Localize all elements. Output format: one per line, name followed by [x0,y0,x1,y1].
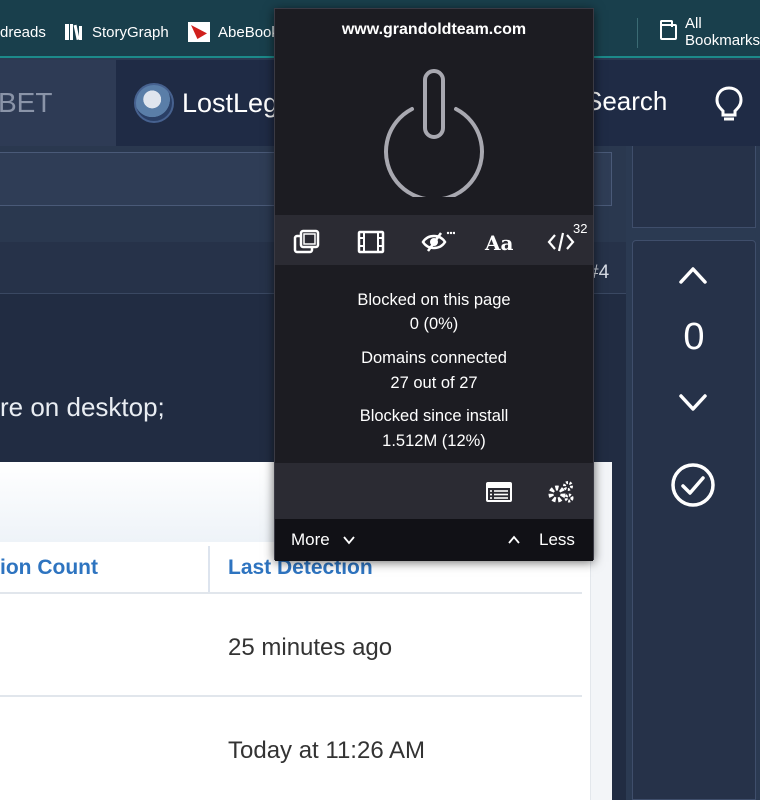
logger-icon[interactable] [485,479,513,505]
user-name: LostLeg [182,87,279,118]
lightbulb-icon[interactable] [712,84,746,124]
user-menu[interactable]: LostLeg [134,78,278,128]
column-divider [208,546,210,592]
bookmark-abebooks[interactable]: AbeBooks [188,20,286,44]
no-remote-fonts-icon[interactable]: Aa [485,231,513,257]
less-button[interactable]: Less [507,530,575,550]
popup-toolbar: Aa [275,215,593,265]
folder-icon [660,20,678,40]
more-button[interactable]: More [291,530,356,550]
stat-value: 27 out of 27 [390,374,478,392]
downvote-chevron-icon[interactable] [678,392,708,414]
nav-search-link[interactable]: Search [585,86,667,117]
no-scripting-icon[interactable] [547,229,575,255]
upvote-chevron-icon[interactable] [678,264,708,286]
vote-count: 0 [683,316,705,358]
abebooks-logo-icon [188,22,210,42]
nav-item-bet[interactable]: BET [0,60,116,146]
stat-label: Domains connected [361,349,507,367]
all-bookmarks-button[interactable]: All Bookmarks [660,15,760,49]
mark-solution-check-icon[interactable] [670,462,716,508]
stat-label: Blocked since install [359,407,509,425]
script-count-badge: 32 [573,221,588,236]
popup-hostname: www.grandoldteam.com [341,21,527,38]
row-divider [0,592,582,594]
popup-stats: Blocked on this page 0 (0%) Domains conn… [275,265,593,463]
popup-more-less-bar: More Less [275,519,593,561]
all-bookmarks-label: All Bookmarks [685,15,760,49]
row-divider [0,695,582,697]
bookmark-storygraph[interactable]: StoryGraph [64,20,169,44]
stat-value: 1.512M (12%) [382,432,486,450]
dashboard-icon[interactable] [547,479,575,505]
chevron-up-icon [508,535,520,544]
popup-actions [275,463,593,519]
no-cosmetic-filtering-icon[interactable] [421,229,455,255]
less-label: Less [539,530,575,549]
power-icon[interactable] [374,67,494,197]
no-large-media-icon[interactable] [357,229,385,255]
right-rail-top [632,146,756,228]
bookmark-label: dreads [0,23,46,41]
avatar [134,83,174,123]
nav-item-label: BET [0,87,53,118]
ublock-popup: www.grandoldteam.com Aa 32 Blocked on th… [274,8,594,561]
table-header-count: ion Count [0,556,98,579]
bookmark-goodreads[interactable]: dreads [0,20,46,44]
bookmarks-separator [637,18,638,48]
stat-value: 0 (0%) [409,315,459,333]
bookmark-label: StoryGraph [92,23,169,41]
books-icon [65,24,82,41]
no-popups-icon[interactable] [293,229,321,255]
post-text: re on desktop; [0,392,165,422]
table-cell: Today at 11:26 AM [228,737,426,764]
table-cell: 25 minutes ago [228,634,393,661]
more-label: More [291,530,330,549]
stat-label: Blocked on this page [357,291,511,309]
chevron-down-icon [343,536,355,545]
